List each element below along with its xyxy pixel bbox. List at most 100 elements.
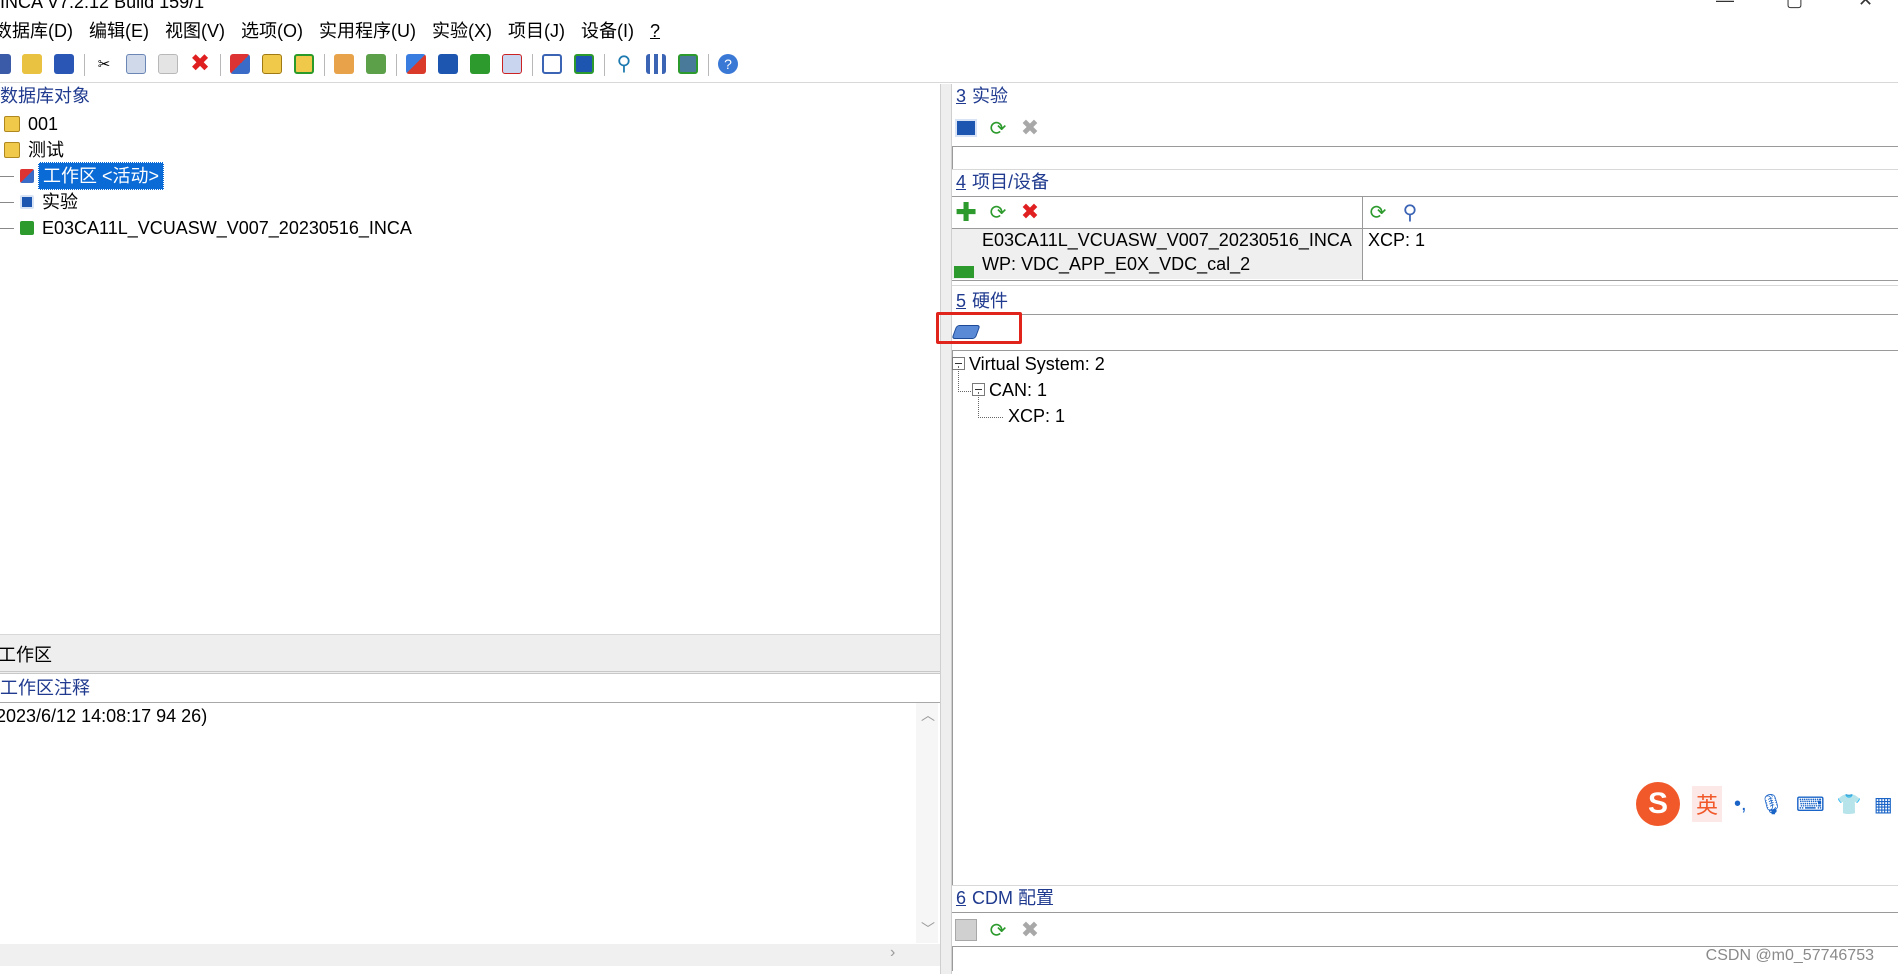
checklist-icon[interactable] (540, 52, 564, 76)
microphone-icon[interactable]: 🎙 (1759, 792, 1784, 817)
folder-icon (4, 116, 20, 132)
tree-item-label: 001 (28, 114, 59, 134)
apps-icon[interactable]: ▦ (1874, 792, 1893, 817)
menu-utilities[interactable]: 实用程序(U) (319, 18, 416, 44)
project-icon (20, 221, 34, 235)
section-label: 项目/设备 (972, 172, 1050, 192)
delete-icon[interactable]: ✖ (1018, 199, 1042, 224)
database-icon[interactable] (0, 52, 16, 76)
hardware-section-title: 5 硬件 (956, 289, 1008, 313)
project-icon (954, 266, 974, 278)
edit-icon[interactable] (676, 52, 700, 76)
experiment-icon (20, 195, 34, 209)
experiment-section-title: 3 实验 (956, 84, 1008, 108)
minimize-button[interactable]: — (1716, 0, 1734, 11)
project-section-title: 4 项目/设备 (956, 170, 1049, 194)
cdm-section-title: 6 CDM 配置 (956, 886, 1054, 910)
device-name[interactable]: XCP: 1 (1368, 230, 1425, 251)
workspace-notes-area[interactable] (0, 702, 941, 959)
refresh-icon[interactable]: ⟳ (986, 116, 1010, 140)
experiment-list[interactable] (952, 147, 1898, 169)
help-icon[interactable]: ? (716, 52, 740, 76)
configure-icon[interactable] (572, 52, 596, 76)
workspace-splitter[interactable]: 工作区 (0, 634, 940, 674)
copy-icon[interactable] (124, 52, 148, 76)
watermark: CSDN @m0_57746753 (1705, 947, 1874, 964)
tree-item-project[interactable]: E03CA11L_VCUASW_V007_20230516_INCA (0, 215, 412, 241)
tree-item-workspace[interactable]: 工作区 <活动> (0, 162, 165, 190)
menu-edit[interactable]: 编辑(E) (89, 18, 149, 44)
horizontal-scrollbar[interactable]: › (0, 944, 940, 966)
menu-options[interactable]: 选项(O) (241, 18, 303, 44)
hw-virtual-system[interactable]: Virtual System: 2 (952, 352, 1105, 376)
skin-icon[interactable]: 👕 (1837, 792, 1862, 817)
save-icon[interactable] (52, 52, 76, 76)
cut-icon[interactable]: ✂ (92, 52, 116, 76)
hw-item-label: Virtual System: 2 (969, 354, 1105, 374)
paste-icon[interactable] (156, 52, 180, 76)
experiment-open-icon[interactable] (954, 116, 978, 140)
refresh-icon[interactable]: ⟳ (986, 918, 1010, 942)
menu-view[interactable]: 视图(V) (165, 18, 225, 44)
tree-item-001[interactable]: 001 (4, 111, 58, 137)
device-search-icon[interactable]: ⚲ (1398, 200, 1422, 224)
delete-icon[interactable]: ✖ (188, 52, 212, 76)
workspace-icon[interactable] (228, 52, 252, 76)
search-icon[interactable]: ⚲ (612, 52, 636, 76)
open-folder-icon[interactable] (20, 52, 44, 76)
table-icon[interactable] (644, 52, 668, 76)
cdm-config-icon (954, 918, 978, 942)
hw-xcp[interactable]: XCP: 1 (1008, 404, 1065, 428)
calibration-icon[interactable] (436, 52, 460, 76)
ime-punctuation-toggle[interactable]: •, (1734, 793, 1747, 816)
add-tree-icon[interactable] (292, 52, 316, 76)
workspace-notes-title: 工作区注释 (0, 678, 90, 698)
experiment-icon[interactable] (404, 52, 428, 76)
ime-language-toggle[interactable]: 英 (1692, 786, 1723, 822)
tree-item-label: 测试 (28, 140, 64, 160)
delete-icon: ✖ (1020, 115, 1040, 140)
tree-item-experiment[interactable]: 实验 (0, 189, 78, 215)
menu-device[interactable]: 设备(I) (581, 18, 634, 44)
window-title: INCA V7.2.12 Build 159/1 (0, 0, 205, 12)
section-number[interactable]: 4 (956, 172, 966, 192)
project-name[interactable]: E03CA11L_VCUASW_V007_20230516_INCA (982, 230, 1352, 251)
refresh-icon[interactable]: ⟳ (986, 200, 1010, 224)
folder-icon (4, 142, 20, 158)
menu-help[interactable]: ? (650, 18, 660, 44)
tree-item-test[interactable]: 测试 (4, 137, 64, 163)
tree-icon[interactable] (260, 52, 284, 76)
maximize-button[interactable]: ▢ (1786, 0, 1803, 11)
menu-experiment[interactable]: 实验(X) (432, 18, 492, 44)
section-number[interactable]: 6 (956, 888, 966, 908)
compare-icon[interactable] (500, 52, 524, 76)
scroll-up-icon[interactable]: ︿ (921, 705, 935, 725)
section-label: CDM 配置 (972, 888, 1055, 908)
menu-project[interactable]: 项目(J) (508, 18, 565, 44)
import-icon[interactable] (332, 52, 356, 76)
section-number[interactable]: 3 (956, 86, 966, 106)
delete-icon: ✖ (1020, 917, 1040, 942)
scroll-right-icon[interactable]: › (890, 944, 895, 962)
workspace-splitter-title: 工作区 (0, 645, 52, 665)
hw-item-label: XCP: 1 (1008, 406, 1066, 426)
title-bar: INCA V7.2.12 Build 159/1 — ▢ ✕ (0, 0, 1898, 14)
section-number[interactable]: 5 (956, 291, 966, 311)
scroll-down-icon[interactable]: ﹀ (921, 919, 935, 939)
notes-vertical-scrollbar[interactable]: ︿ ﹀ (916, 703, 938, 943)
menu-bar: 数据库(D) 编辑(E) 视图(V) 选项(O) 实用程序(U) 实验(X) 项… (0, 18, 660, 44)
export-icon[interactable] (364, 52, 388, 76)
vertical-splitter[interactable] (940, 84, 952, 974)
keyboard-icon[interactable]: ⌨ (1796, 792, 1825, 817)
working-page[interactable]: WP: VDC_APP_E0X_VDC_cal_2 (982, 254, 1250, 275)
device-refresh-icon[interactable]: ⟳ (1366, 200, 1390, 224)
menu-database[interactable]: 数据库(D) (0, 18, 73, 44)
sogou-logo-icon[interactable]: S (1636, 782, 1680, 826)
workspace-notes-text: 2023/6/12 14:08:17 94 26) (0, 706, 208, 726)
hardware-icon[interactable] (468, 52, 492, 76)
add-icon[interactable]: ✚ (954, 197, 978, 227)
ime-toolbar[interactable]: S 英 •, 🎙 ⌨ 👕 ▦ (1636, 782, 1893, 826)
tree-item-label: 工作区 <活动> (38, 162, 165, 190)
database-objects-header: 数据库对象 (0, 86, 90, 106)
close-button[interactable]: ✕ (1858, 0, 1873, 11)
